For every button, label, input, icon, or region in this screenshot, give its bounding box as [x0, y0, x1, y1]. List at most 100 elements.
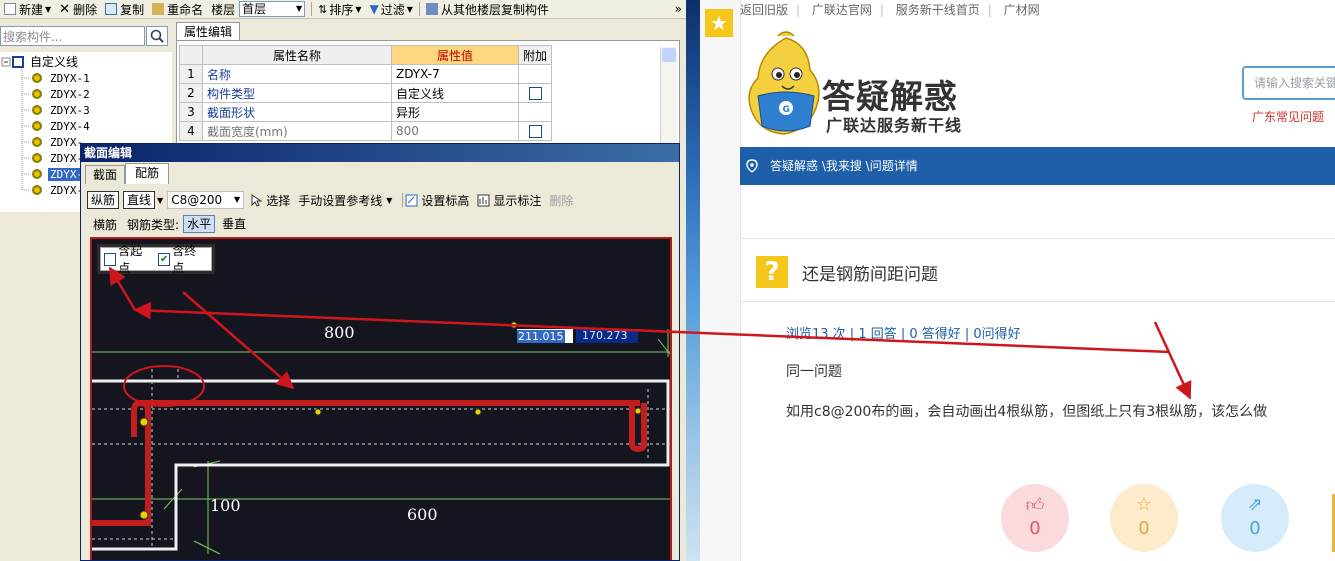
manual-reference-line-button[interactable]: 手动设置参考线 ▼ — [298, 192, 392, 209]
rename-button[interactable]: 重命名 — [148, 0, 207, 18]
nav-link-official-site[interactable]: 广联达官网 — [804, 3, 880, 17]
scroll-up-icon[interactable] — [662, 48, 676, 62]
new-icon — [4, 3, 16, 15]
extra-checkbox[interactable] — [528, 87, 542, 100]
chevron-down-icon: ▼ — [234, 195, 241, 204]
tree-item[interactable]: ZDYX-2 — [32, 86, 92, 102]
horizontal-button[interactable]: 水平 — [183, 215, 216, 233]
filter-icon: ▼ — [369, 2, 379, 16]
copy-from-floor-button[interactable]: 从其他楼层复制构件 — [422, 0, 553, 18]
nav-link-material-site[interactable]: 广材网 — [996, 3, 1048, 17]
straight-line-button[interactable]: 直线 — [123, 191, 156, 209]
component-icon — [32, 137, 42, 147]
coordinate-y-input[interactable]: 170.273 — [576, 329, 638, 343]
thumbs-up-icon: 👍︎ — [1025, 495, 1045, 516]
tree-item[interactable]: ZDYX- — [32, 150, 85, 166]
filter-button[interactable]: ▼ 过滤 ▼ — [366, 0, 417, 18]
section-drawing — [92, 321, 670, 555]
elevation-icon — [405, 194, 418, 206]
tree-item[interactable]: ZDYX- — [32, 182, 85, 198]
vertical-button[interactable]: 垂直 — [219, 216, 249, 232]
floor-control: 楼层 首层 ▼ — [207, 0, 309, 18]
dropdown-arrow-icon: ▼ — [386, 195, 393, 205]
new-button[interactable]: 新建 ▼ — [0, 0, 55, 18]
search-button[interactable] — [146, 26, 168, 46]
site-search-input[interactable]: 请输入搜索关键 — [1242, 66, 1335, 100]
transverse-rebar-button[interactable]: 横筋 — [93, 216, 117, 233]
tree-root-node[interactable]: 自定义线 — [12, 53, 78, 70]
tree-item[interactable]: ZDYX- — [32, 134, 85, 150]
web-page: ★ 返回旧版 | 广联达官网 | 服务新干线首页 | 广材网 G 答疑解惑 广联达服务… — [700, 0, 1335, 561]
floor-select[interactable]: 首层 ▼ — [239, 1, 306, 17]
table-row[interactable]: 4 截面宽度(mm) 800 — [179, 121, 553, 141]
nav-link-service-home[interactable]: 服务新干线首页 — [888, 3, 988, 17]
component-icon — [32, 153, 42, 163]
nav-separator: | — [879, 3, 884, 17]
component-icon — [32, 73, 42, 83]
share-button[interactable]: ⇗ 0 — [1221, 484, 1289, 552]
delete-button[interactable]: ✕ 删除 — [55, 0, 101, 18]
toolbar-more-button[interactable]: » — [671, 0, 686, 18]
sort-button[interactable]: ⇅ 排序 ▼ — [314, 0, 365, 18]
endpoint-options: 含起点 ✔ 含终点 — [97, 242, 215, 276]
sort-icon: ⇅ — [318, 2, 328, 16]
property-table: 属性名称 属性值 附加 1 名称 ZDYX-7 2 构件类型 自定义线 3 截面… — [179, 45, 553, 141]
include-start-checkbox[interactable]: 含起点 — [104, 242, 152, 276]
dimension-left: 100 — [210, 496, 241, 515]
question-mark-icon: ? — [756, 256, 788, 288]
longitudinal-rebar-button[interactable]: 纵筋 — [87, 191, 120, 209]
dialog-title: 截面编辑 — [81, 144, 679, 162]
tab-property-edit[interactable]: 属性编辑 — [176, 22, 240, 41]
web-sidebar — [700, 0, 741, 561]
rename-icon — [152, 3, 165, 15]
table-header-row: 属性名称 属性值 附加 — [179, 45, 553, 65]
search-input[interactable]: 搜索构件... — [0, 26, 145, 46]
tree-item[interactable]: ZDYX-3 — [32, 102, 92, 118]
rebar-spec-select[interactable]: C8@200 ▼ — [167, 191, 245, 209]
component-icon — [32, 185, 42, 195]
include-end-checkbox[interactable]: ✔ 含终点 — [158, 242, 206, 276]
like-button[interactable]: 👍︎ 0 — [1001, 484, 1069, 552]
tab-rebar[interactable]: 配筋 — [125, 163, 169, 184]
nav-link-old-version[interactable]: 返回旧版 — [740, 3, 796, 17]
app-window: 新建 ▼ ✕ 删除 复制 重命名 楼层 首层 ▼ ⇅ 排序 ▼ ▼ 过滤 ▼ 从… — [0, 0, 686, 561]
extra-checkbox[interactable] — [528, 125, 542, 138]
brand-subtitle: 广联达服务新干线 — [826, 116, 963, 135]
tree-item-selected[interactable]: ZDYX- — [32, 166, 86, 182]
header-extra: 附加 — [517, 45, 553, 65]
svg-text:G: G — [783, 105, 790, 115]
show-dimensions-button[interactable]: 显示标注 — [477, 192, 541, 209]
guangdong-faq-link[interactable]: 广东常见问题 — [1252, 108, 1324, 125]
question-title: 还是钢筋间距问题 — [802, 265, 938, 285]
question-body-line: 如用c8@200布的画，会自动画出4根纵筋，但图纸上只有3根纵筋，该怎么做 — [786, 404, 1268, 420]
coordinate-x-input[interactable]: 211.015 — [517, 329, 573, 343]
table-row[interactable]: 1 名称 ZDYX-7 — [179, 64, 553, 84]
property-scrollbar[interactable] — [660, 47, 677, 143]
component-icon — [32, 89, 42, 99]
tree-item[interactable]: ZDYX-1 — [32, 70, 92, 86]
floor-label: 楼层 — [211, 2, 236, 17]
favorite-star-button[interactable]: ★ — [705, 9, 733, 37]
table-row[interactable]: 2 构件类型 自定义线 — [179, 83, 553, 103]
toolbar-separator — [402, 193, 404, 207]
select-button[interactable]: 选择 — [250, 192, 290, 209]
dropdown-arrow-icon: ▼ — [355, 4, 362, 14]
tree-item[interactable]: ZDYX-4 — [32, 118, 92, 134]
nav-separator: | — [987, 3, 992, 17]
search-icon — [150, 29, 164, 43]
table-row[interactable]: 3 截面形状 异形 — [179, 102, 553, 122]
set-elevation-button[interactable]: 设置标高 — [405, 192, 469, 209]
tab-section[interactable]: 截面 — [85, 165, 125, 184]
copy-button[interactable]: 复制 — [101, 0, 148, 18]
component-icon — [32, 121, 42, 131]
dropdown-arrow-icon[interactable]: ▼ — [157, 196, 163, 205]
component-icon — [32, 169, 42, 179]
dialog-toolbar: 纵筋 直线 ▼ C8@200 ▼ 选择 手动设置参考线 ▼ 设置标高 显示标注 删除 — [87, 189, 581, 211]
delete-rebar-button[interactable]: 删除 — [549, 192, 573, 209]
dimension-icon — [477, 194, 490, 206]
copy-floor-icon — [425, 3, 438, 15]
favorite-button[interactable]: ☆ 0 — [1110, 484, 1178, 552]
drawing-canvas[interactable]: 含起点 ✔ 含终点 800 100 600 211.015 170.273 — [90, 237, 672, 560]
header-num — [179, 45, 203, 65]
dropdown-arrow-icon: ▼ — [406, 4, 413, 14]
